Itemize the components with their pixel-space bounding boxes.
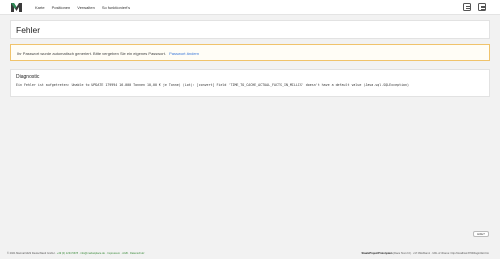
- nav-item-verwalten[interactable]: Verwalten: [77, 5, 95, 10]
- nav-item-positionen[interactable]: Positionen: [52, 5, 71, 10]
- main-nav: Karte Positionen Verwalten So funktionie…: [35, 0, 130, 15]
- warning-message: Ihr Passwort wurde automatisch generiert…: [17, 51, 199, 56]
- footer: © 2021 Marmal Mehl Deutschland GmbH · +4…: [0, 248, 500, 259]
- menu-icon[interactable]: [478, 3, 486, 11]
- logo-icon[interactable]: [11, 3, 22, 12]
- diagnostic-title: Diagnostic: [16, 74, 40, 80]
- help-button[interactable]: Hilfe?: [473, 231, 489, 237]
- footer-right: StaatsProjectPrototyaten (Dace Test 2.0)…: [362, 252, 489, 255]
- password-warning-alert: Ihr Passwort wurde automatisch generiert…: [10, 44, 490, 61]
- page-title: Fehler: [16, 25, 41, 35]
- footer-version-info: (Dace Test 2.0) · v17.09c20am1 · URL of …: [393, 252, 489, 255]
- footer-links[interactable]: +49 (0) 1234 5678 · info@marketplace.de …: [57, 252, 145, 255]
- user-card-icon[interactable]: [463, 3, 471, 11]
- footer-left: © 2021 Marmal Mehl Deutschland GmbH · +4…: [7, 252, 144, 255]
- nav-item-how-it-works[interactable]: So funktioniert's: [102, 5, 130, 10]
- footer-copyright: © 2021 Marmal Mehl Deutschland GmbH ·: [7, 252, 57, 255]
- top-navigation-bar: Karte Positionen Verwalten So funktionie…: [0, 0, 500, 15]
- diagnostic-panel: Diagnostic Ein Fehler ist aufgetreten: U…: [10, 69, 490, 97]
- page-title-card: Fehler: [10, 20, 490, 39]
- diagnostic-message: Ein Fehler ist aufgetreten: Unable to UP…: [16, 83, 410, 87]
- nav-item-karte[interactable]: Karte: [35, 5, 45, 10]
- change-password-link[interactable]: Passwort ändern: [169, 51, 199, 56]
- warning-text: Ihr Passwort wurde automatisch generiert…: [17, 50, 166, 56]
- footer-app-name: StaatsProjectPrototyaten: [361, 252, 393, 255]
